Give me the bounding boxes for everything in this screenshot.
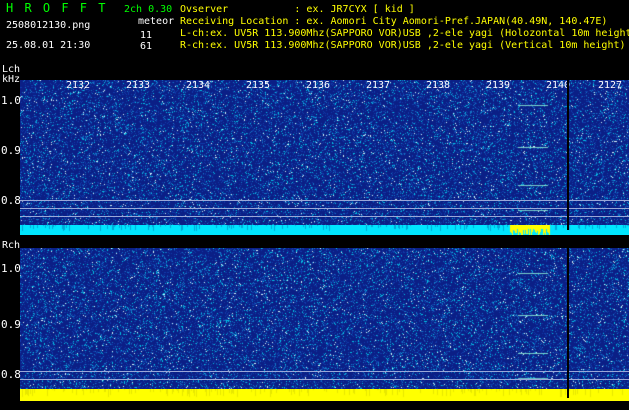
meteor-count-label: meteor bbox=[138, 16, 175, 27]
app-brand: H R O F F T bbox=[6, 1, 108, 15]
rch-reference-line bbox=[20, 379, 629, 380]
rch-receiver-info: R-ch:ex. UV5R 113.900Mhz(SAPPORO VOR)USB… bbox=[180, 40, 626, 51]
rch-ytick-0.8: 0.8 bbox=[1, 368, 21, 381]
lch-signal-band bbox=[20, 220, 629, 235]
location-info: Receiving Location : ex. Aomori City Aom… bbox=[180, 16, 608, 27]
time-tick: 2137 bbox=[366, 80, 391, 91]
meteor-count-rch: 61 bbox=[140, 41, 153, 52]
lch-ytick-0.8: 0.8 bbox=[1, 194, 21, 207]
time-tick: 2135 bbox=[246, 80, 271, 91]
lch-ytick-0.9: 0.9 bbox=[1, 144, 21, 157]
observer-info: Ovserver : ex. JR7CYX [ kid ] bbox=[180, 4, 415, 15]
rch-spectrogram bbox=[20, 248, 629, 398]
time-tick: 2127 bbox=[598, 80, 623, 91]
signal-band-canvas bbox=[20, 225, 629, 235]
time-tick: 2136 bbox=[306, 80, 331, 91]
time-tick: 2134 bbox=[186, 80, 211, 91]
rch-ytick-1.0: 1.0 bbox=[1, 262, 21, 275]
time-tick: 2138 bbox=[426, 80, 451, 91]
rch-ytick-0.9: 0.9 bbox=[1, 318, 21, 331]
rch-channel-label: Rch bbox=[2, 240, 21, 251]
lch-ytick-1.0: 1.0 bbox=[1, 94, 21, 107]
lch-reference-line bbox=[20, 208, 629, 209]
mode-label: 2ch 0.30 bbox=[124, 4, 173, 15]
time-tick: 2132 bbox=[66, 80, 91, 91]
rch-noise-canvas bbox=[20, 248, 629, 398]
rch-reference-line bbox=[20, 371, 629, 372]
filename-label: 2508012130.png bbox=[6, 20, 91, 31]
lch-receiver-info: L-ch:ex. UV5R 113.900Mhz(SAPPORO VOR)USB… bbox=[180, 28, 629, 39]
lch-reference-line bbox=[20, 200, 629, 201]
datetime-label: 25.08.01 21:30 bbox=[6, 40, 91, 51]
current-time-marker bbox=[567, 248, 569, 398]
signal-band-canvas bbox=[20, 389, 629, 401]
rch-signal-band bbox=[20, 386, 629, 401]
time-tick: 2133 bbox=[126, 80, 151, 91]
hroft-spectrogram-window: H R O F F T 2ch 0.30 2508012130.png mete… bbox=[0, 0, 629, 410]
time-tick: 2139 bbox=[486, 80, 511, 91]
current-time-marker bbox=[567, 80, 569, 230]
lch-reference-line bbox=[20, 216, 629, 217]
frequency-unit-label: kHz bbox=[2, 74, 21, 85]
